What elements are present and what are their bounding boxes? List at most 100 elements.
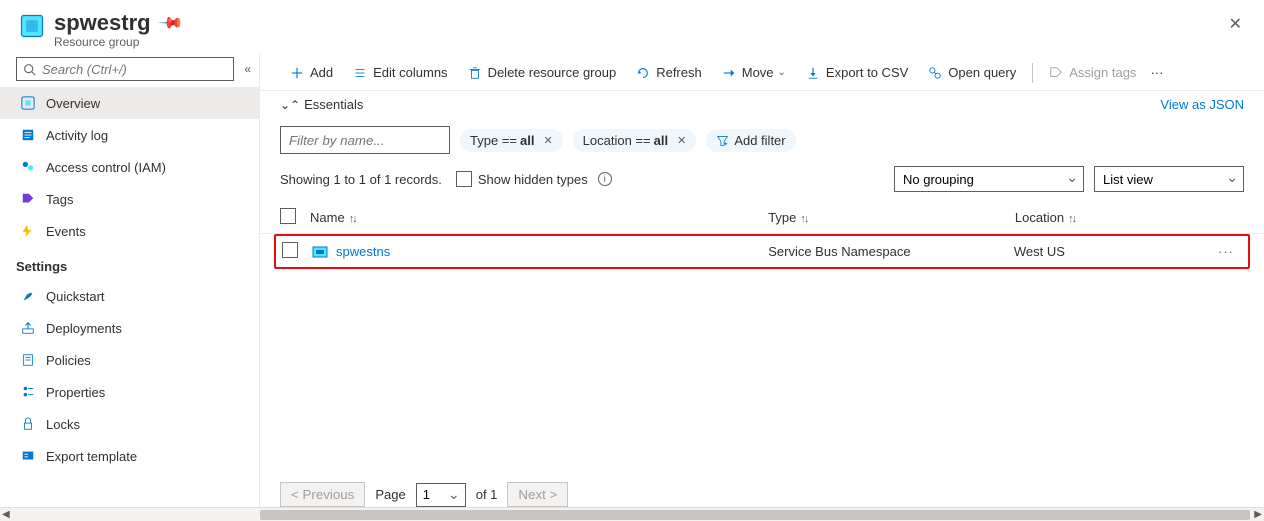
grid-header: Name↑↓ Type↑↓ Location↑↓ bbox=[260, 202, 1264, 234]
pager: < Previous Page 1 of 1 Next > bbox=[280, 482, 568, 507]
delete-resource-group-button[interactable]: Delete resource group bbox=[458, 61, 627, 84]
nav-label: Deployments bbox=[46, 321, 122, 336]
refresh-button[interactable]: Refresh bbox=[626, 61, 712, 84]
sidebar: « Overview Activity log Access control (… bbox=[0, 53, 260, 519]
show-hidden-checkbox[interactable] bbox=[456, 171, 472, 187]
tags-icon bbox=[20, 191, 36, 207]
nav-label: Export template bbox=[46, 449, 137, 464]
resource-group-icon bbox=[18, 12, 46, 40]
nav-label: Overview bbox=[46, 96, 100, 111]
view-select[interactable]: List view bbox=[1094, 166, 1244, 192]
record-count-text: Showing 1 to 1 of 1 records. bbox=[280, 172, 442, 187]
info-icon[interactable]: i bbox=[598, 172, 612, 186]
sidebar-search[interactable] bbox=[16, 57, 234, 81]
chevron-down-icon: ⌄ bbox=[778, 67, 786, 78]
row-more-button[interactable]: ··· bbox=[1218, 244, 1234, 259]
sort-icon: ↑↓ bbox=[800, 213, 807, 225]
export-csv-button[interactable]: Export to CSV bbox=[796, 61, 918, 84]
sort-icon: ↑↓ bbox=[1068, 213, 1075, 225]
iam-icon bbox=[20, 159, 36, 175]
sort-icon: ↑↓ bbox=[349, 213, 356, 225]
next-button[interactable]: Next > bbox=[507, 482, 568, 507]
nav-label: Tags bbox=[46, 192, 73, 207]
plus-icon bbox=[290, 66, 304, 80]
view-as-json-link[interactable]: View as JSON bbox=[1160, 97, 1244, 112]
filter-type-pill[interactable]: Type == all✕ bbox=[460, 129, 563, 152]
filter-row: Type == all✕ Location == all✕ Add filter bbox=[260, 118, 1264, 162]
sidebar-item-tags[interactable]: Tags bbox=[0, 183, 259, 215]
sidebar-item-events[interactable]: Events bbox=[0, 215, 259, 247]
col-location-header[interactable]: Location↑↓ bbox=[1015, 210, 1244, 225]
toolbar: Add Edit columns Delete resource group R… bbox=[260, 53, 1264, 91]
nav-label: Properties bbox=[46, 385, 105, 400]
clear-icon[interactable]: ✕ bbox=[543, 134, 552, 147]
filter-location-pill[interactable]: Location == all✕ bbox=[573, 129, 697, 152]
collapse-sidebar-button[interactable]: « bbox=[244, 62, 251, 76]
clear-icon[interactable]: ✕ bbox=[677, 134, 686, 147]
horizontal-scrollbar[interactable]: ◀ ▶ bbox=[0, 507, 1264, 521]
pin-icon[interactable]: 📌 bbox=[156, 9, 184, 37]
refresh-icon bbox=[636, 66, 650, 80]
activity-log-icon bbox=[20, 127, 36, 143]
scrollbar-thumb[interactable] bbox=[260, 510, 1250, 520]
locks-icon bbox=[20, 416, 36, 432]
close-button[interactable]: ✕ bbox=[1225, 10, 1246, 38]
more-button[interactable]: ··· bbox=[1146, 61, 1167, 84]
assign-tags-button: Assign tags bbox=[1039, 61, 1146, 84]
chevron-collapse-icon: ⌄⌃ bbox=[280, 98, 300, 112]
download-icon bbox=[806, 66, 820, 80]
sidebar-item-properties[interactable]: Properties bbox=[0, 376, 259, 408]
add-filter-button[interactable]: Add filter bbox=[706, 129, 795, 152]
sidebar-item-overview[interactable]: Overview bbox=[0, 87, 259, 119]
row-location: West US bbox=[1014, 244, 1242, 259]
page-header: spwestrg 📌 Resource group ✕ bbox=[0, 0, 1264, 53]
sidebar-item-locks[interactable]: Locks bbox=[0, 408, 259, 440]
export-template-icon bbox=[20, 448, 36, 464]
col-type-header[interactable]: Type↑↓ bbox=[768, 210, 1015, 225]
nav-label: Policies bbox=[46, 353, 91, 368]
service-bus-icon bbox=[312, 244, 328, 260]
search-input[interactable] bbox=[40, 61, 227, 78]
page-subtitle: Resource group bbox=[54, 35, 181, 49]
previous-button[interactable]: < Previous bbox=[280, 482, 365, 507]
quickstart-icon bbox=[20, 288, 36, 304]
events-icon bbox=[20, 223, 36, 239]
settings-heading: Settings bbox=[0, 247, 259, 280]
resource-link[interactable]: spwestns bbox=[336, 244, 390, 259]
tag-icon bbox=[1049, 66, 1063, 80]
sidebar-item-policies[interactable]: Policies bbox=[0, 344, 259, 376]
arrow-right-icon bbox=[722, 66, 736, 80]
select-all-checkbox[interactable] bbox=[280, 208, 296, 224]
edit-columns-button[interactable]: Edit columns bbox=[343, 61, 457, 84]
page-select[interactable]: 1 bbox=[416, 483, 466, 507]
columns-icon bbox=[353, 66, 367, 80]
trash-icon bbox=[468, 66, 482, 80]
nav-label: Events bbox=[46, 224, 86, 239]
sidebar-item-quickstart[interactable]: Quickstart bbox=[0, 280, 259, 312]
nav-label: Locks bbox=[46, 417, 80, 432]
grouping-select[interactable]: No grouping bbox=[894, 166, 1084, 192]
properties-icon bbox=[20, 384, 36, 400]
open-query-button[interactable]: Open query bbox=[918, 61, 1026, 84]
sidebar-item-export-template[interactable]: Export template bbox=[0, 440, 259, 472]
deployments-icon bbox=[20, 320, 36, 336]
nav-label: Activity log bbox=[46, 128, 108, 143]
add-button[interactable]: Add bbox=[280, 61, 343, 84]
essentials-row[interactable]: ⌄⌃ Essentials View as JSON bbox=[260, 91, 1264, 118]
move-button[interactable]: Move⌄ bbox=[712, 61, 796, 84]
show-hidden-label: Show hidden types bbox=[478, 172, 588, 187]
main-panel: Add Edit columns Delete resource group R… bbox=[260, 53, 1264, 519]
filter-name-input[interactable] bbox=[280, 126, 450, 154]
scroll-left-icon[interactable]: ◀ bbox=[2, 509, 10, 520]
overview-icon bbox=[20, 95, 36, 111]
scroll-right-icon[interactable]: ▶ bbox=[1254, 509, 1262, 520]
table-row[interactable]: spwestns Service Bus Namespace West US ·… bbox=[282, 242, 1242, 261]
sidebar-item-activity-log[interactable]: Activity log bbox=[0, 119, 259, 151]
toolbar-separator bbox=[1032, 63, 1033, 83]
sidebar-item-access-control[interactable]: Access control (IAM) bbox=[0, 151, 259, 183]
col-name-header[interactable]: Name↑↓ bbox=[310, 210, 768, 225]
row-checkbox[interactable] bbox=[282, 242, 298, 258]
query-icon bbox=[928, 66, 942, 80]
sidebar-item-deployments[interactable]: Deployments bbox=[0, 312, 259, 344]
highlighted-row-callout: spwestns Service Bus Namespace West US ·… bbox=[274, 234, 1250, 269]
